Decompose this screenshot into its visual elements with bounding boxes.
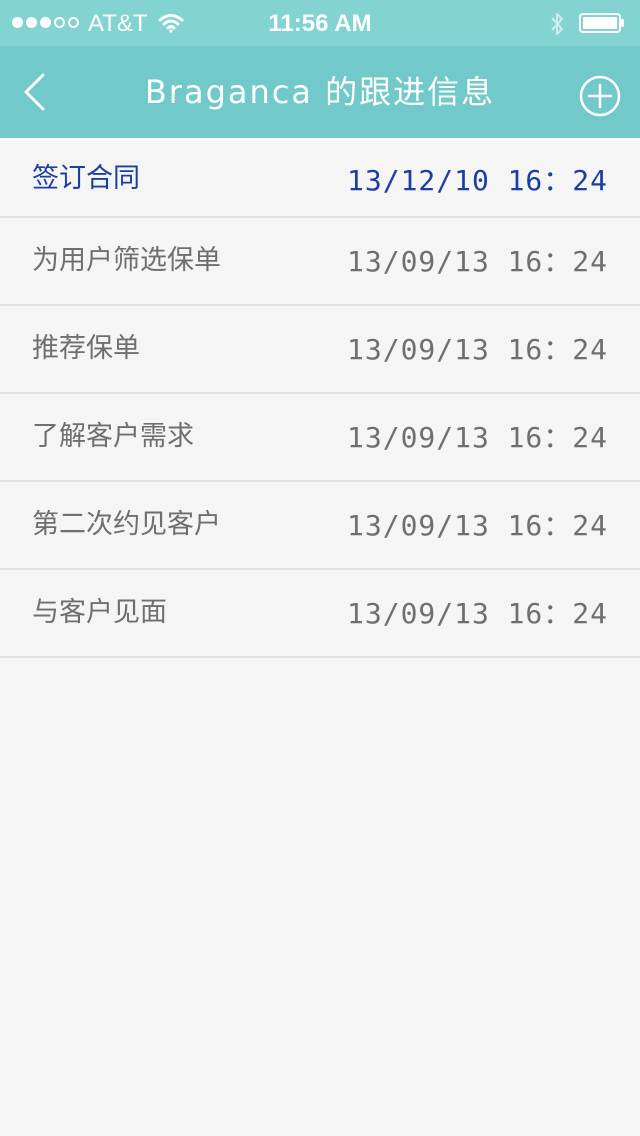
record-title: 推荐保单 — [32, 333, 140, 364]
record-date: 13/09/13 — [347, 333, 490, 366]
follow-up-row[interactable]: 与客户见面 13/09/13 16：24 — [0, 570, 640, 658]
record-title: 与客户见面 — [32, 597, 167, 628]
record-title: 为用户筛选保单 — [32, 245, 221, 276]
bluetooth-icon — [551, 13, 563, 35]
record-date: 13/09/13 — [347, 509, 490, 542]
record-date: 13/09/13 — [347, 597, 490, 630]
record-time: 16：24 — [507, 164, 608, 197]
record-time: 16：24 — [507, 421, 608, 454]
page-title: Braganca 的跟进信息 — [144, 73, 496, 111]
follow-up-row[interactable]: 了解客户需求 13/09/13 16：24 — [0, 394, 640, 482]
record-title: 了解客户需求 — [32, 421, 194, 452]
chevron-left-icon — [24, 73, 45, 111]
record-time: 16：24 — [507, 509, 608, 542]
status-bar: AT&T 11:56 AM — [0, 0, 640, 46]
battery-icon — [579, 13, 624, 33]
record-time: 16：24 — [507, 597, 608, 630]
navigation-bar: Braganca 的跟进信息 — [0, 46, 640, 138]
follow-up-row[interactable]: 推荐保单 13/09/13 16：24 — [0, 306, 640, 394]
record-title: 第二次约见客户 — [32, 509, 221, 540]
follow-up-row[interactable]: 第二次约见客户 13/09/13 16：24 — [0, 482, 640, 570]
record-title: 签订合同 — [32, 163, 140, 194]
record-date: 13/09/13 — [347, 421, 490, 454]
follow-up-row[interactable]: 签订合同 13/12/10 16：24 — [0, 138, 640, 218]
plus-circle-icon[interactable] — [578, 74, 622, 118]
back-button[interactable] — [14, 66, 54, 118]
record-date: 13/09/13 — [347, 245, 490, 278]
record-date: 13/12/10 — [347, 164, 490, 197]
record-time: 16：24 — [507, 333, 608, 366]
follow-up-row[interactable]: 为用户筛选保单 13/09/13 16：24 — [0, 218, 640, 306]
status-time: 11:56 AM — [268, 10, 372, 37]
record-time: 16：24 — [507, 245, 608, 278]
follow-up-list: 签订合同 13/12/10 16：24 为用户筛选保单 13/09/13 16：… — [0, 138, 640, 658]
